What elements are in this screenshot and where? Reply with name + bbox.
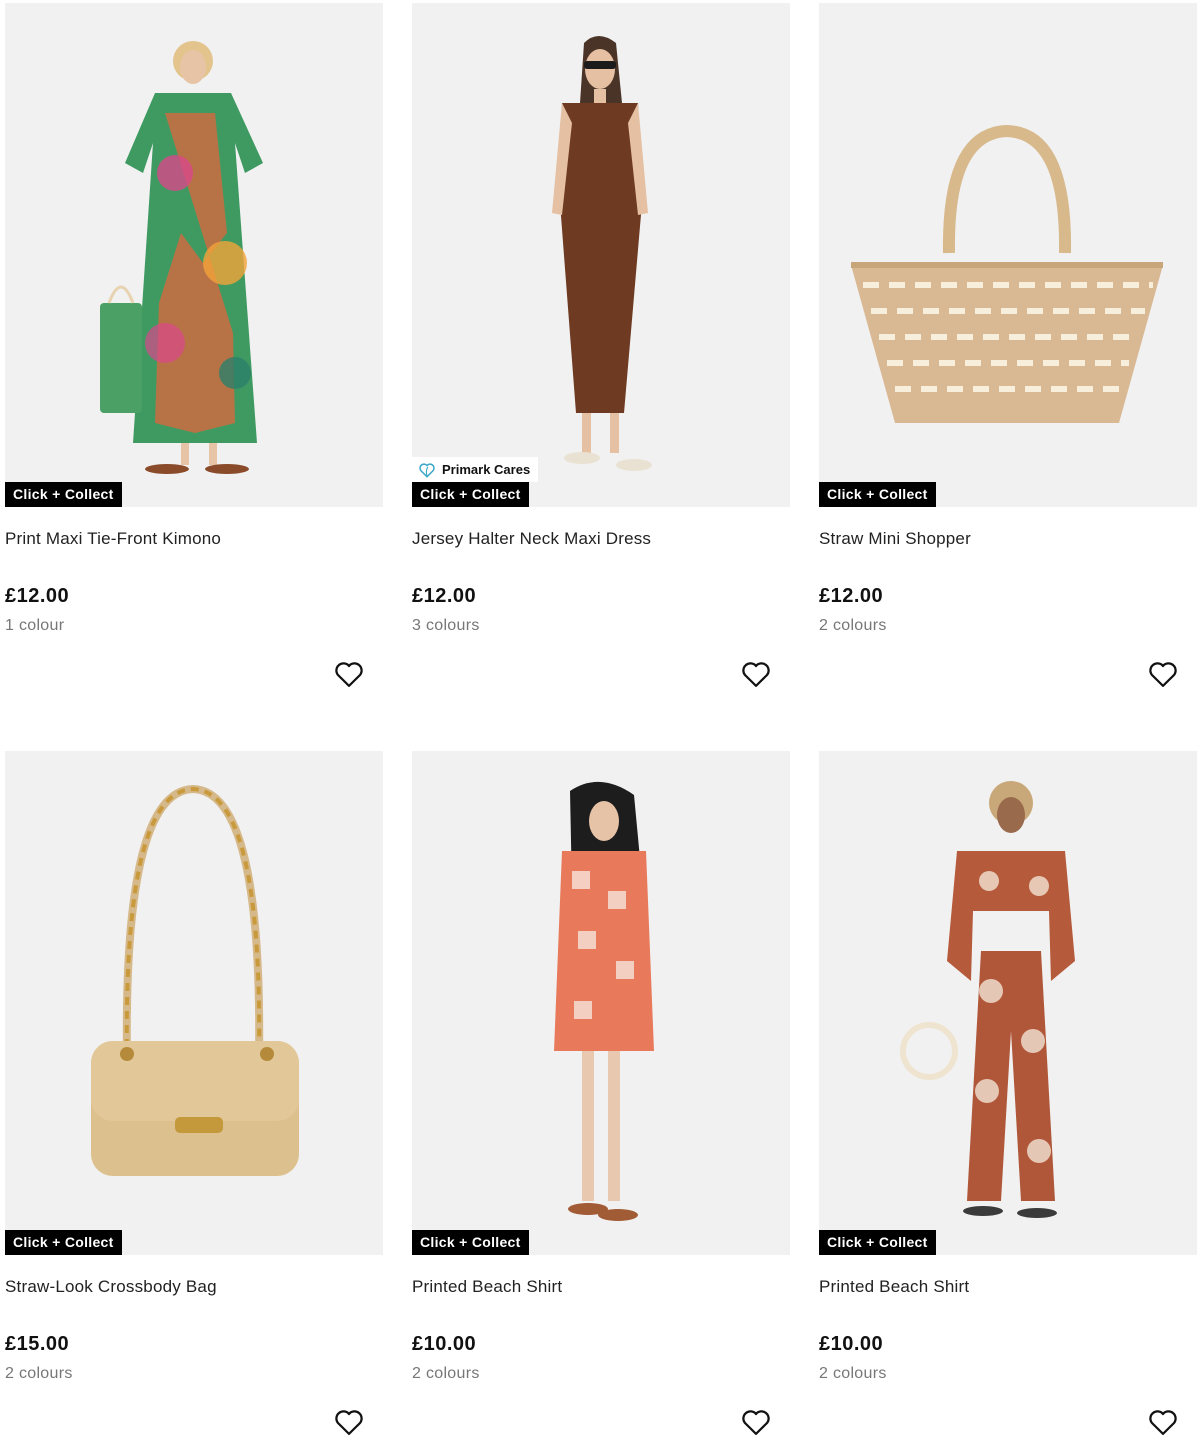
- product-colour-count: 2 colours: [5, 1365, 73, 1382]
- product-title[interactable]: Straw-Look Crossbody Bag: [5, 1277, 217, 1297]
- primark-cares-badge: Primark Cares: [412, 457, 539, 482]
- product-image[interactable]: Click + Collect: [819, 3, 1197, 507]
- click-collect-badge: Click + Collect: [412, 482, 529, 507]
- product-image[interactable]: Primark Cares Click + Collect: [412, 3, 790, 507]
- product-colour-count: 2 colours: [819, 617, 887, 634]
- heart-outline-icon: [335, 662, 363, 687]
- heart-outline-icon: [742, 662, 770, 687]
- product-image[interactable]: Click + Collect: [412, 751, 790, 1255]
- product-price: £12.00: [819, 585, 884, 607]
- heart-outline-icon: [742, 1410, 770, 1435]
- click-collect-badge: Click + Collect: [5, 1230, 122, 1255]
- click-collect-badge: Click + Collect: [819, 1230, 936, 1255]
- product-price: £12.00: [5, 585, 70, 607]
- dress-image: [412, 3, 790, 507]
- wishlist-button[interactable]: [333, 658, 365, 690]
- heart-outline-icon: [1149, 1410, 1177, 1435]
- product-card[interactable]: Click + Collect Printed Beach Shirt £10.…: [412, 751, 790, 1435]
- product-card[interactable]: Click + Collect Print Maxi Tie-Front Kim…: [5, 3, 383, 687]
- product-price: £12.00: [412, 585, 477, 607]
- product-colour-count: 2 colours: [819, 1365, 887, 1382]
- product-title[interactable]: Straw Mini Shopper: [819, 529, 971, 549]
- product-price: £10.00: [819, 1333, 884, 1355]
- beach-shirt-image: [412, 751, 790, 1255]
- product-image[interactable]: Click + Collect: [5, 751, 383, 1255]
- wishlist-button[interactable]: [740, 658, 772, 690]
- product-title[interactable]: Printed Beach Shirt: [412, 1277, 562, 1297]
- product-card[interactable]: Primark Cares Click + Collect Jersey Hal…: [412, 3, 790, 687]
- heart-outline-icon: [335, 1410, 363, 1435]
- wishlist-button[interactable]: [1147, 658, 1179, 690]
- heart-outline-icon: [1149, 662, 1177, 687]
- click-collect-badge: Click + Collect: [412, 1230, 529, 1255]
- heart-leaf-icon: [419, 462, 435, 478]
- product-price: £10.00: [412, 1333, 477, 1355]
- wishlist-button[interactable]: [740, 1406, 772, 1438]
- beach-shirt-set-image: [819, 751, 1197, 1255]
- product-colour-count: 1 colour: [5, 617, 65, 634]
- click-collect-badge: Click + Collect: [819, 482, 936, 507]
- kimono-image: [5, 3, 383, 507]
- product-card[interactable]: Click + Collect Straw Mini Shopper £12.0…: [819, 3, 1197, 687]
- straw-shopper-image: [819, 3, 1197, 507]
- product-title[interactable]: Printed Beach Shirt: [819, 1277, 969, 1297]
- click-collect-badge: Click + Collect: [5, 482, 122, 507]
- product-colour-count: 2 colours: [412, 1365, 480, 1382]
- product-price: £15.00: [5, 1333, 70, 1355]
- product-card[interactable]: Click + Collect Straw-Look Crossbody Bag…: [5, 751, 383, 1435]
- wishlist-button[interactable]: [333, 1406, 365, 1438]
- product-title[interactable]: Jersey Halter Neck Maxi Dress: [412, 529, 651, 549]
- product-card[interactable]: Click + Collect Printed Beach Shirt £10.…: [819, 751, 1197, 1435]
- product-title[interactable]: Print Maxi Tie-Front Kimono: [5, 529, 221, 549]
- wishlist-button[interactable]: [1147, 1406, 1179, 1438]
- crossbody-bag-image: [5, 751, 383, 1255]
- product-image[interactable]: Click + Collect: [819, 751, 1197, 1255]
- product-colour-count: 3 colours: [412, 617, 480, 634]
- product-image[interactable]: Click + Collect: [5, 3, 383, 507]
- primark-cares-label: Primark Cares: [442, 462, 531, 477]
